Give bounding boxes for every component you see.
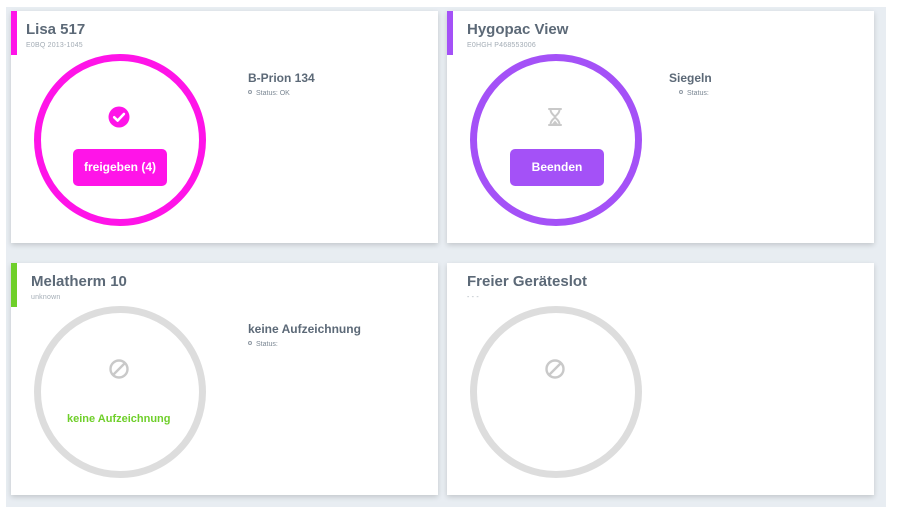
status-text: Status: bbox=[687, 90, 709, 97]
hourglass-icon bbox=[548, 108, 562, 126]
device-card-lisa-517: Lisa 517 E0BQ 2013-1045 freigeben (4) B-… bbox=[11, 11, 438, 243]
check-circle-icon bbox=[108, 106, 130, 128]
device-name: keine Aufzeichnung bbox=[248, 322, 361, 336]
card-accent-bar bbox=[11, 11, 17, 55]
device-status: Status: bbox=[679, 90, 709, 97]
prohibited-icon bbox=[109, 359, 129, 379]
card-accent-bar bbox=[11, 263, 17, 307]
card-subtitle: - - - bbox=[467, 294, 479, 301]
release-button[interactable]: freigeben (4) bbox=[73, 149, 167, 186]
status-bullet-icon bbox=[679, 90, 683, 95]
prohibited-icon bbox=[545, 359, 565, 379]
finish-button[interactable]: Beenden bbox=[510, 149, 604, 186]
card-title: Freier Geräteslot bbox=[467, 273, 588, 290]
device-card-free-slot[interactable]: Freier Geräteslot - - - bbox=[447, 263, 874, 495]
device-card-melatherm-10: Melatherm 10 unknown keine Aufzeichnung … bbox=[11, 263, 438, 495]
card-accent-bar bbox=[447, 11, 453, 55]
card-subtitle: E0HGH P468553006 bbox=[467, 42, 536, 49]
status-ring bbox=[34, 54, 206, 226]
card-title: Lisa 517 bbox=[26, 21, 86, 38]
status-text: Status: OK bbox=[256, 90, 290, 97]
card-title: Hygopac View bbox=[467, 21, 569, 38]
device-status: Status: bbox=[248, 341, 278, 348]
device-name: Siegeln bbox=[669, 71, 712, 85]
status-text: Status: bbox=[256, 341, 278, 348]
device-status: Status: OK bbox=[248, 90, 290, 97]
status-bullet-icon bbox=[248, 90, 252, 95]
status-bullet-icon bbox=[248, 341, 252, 346]
card-subtitle: unknown bbox=[31, 294, 61, 301]
device-card-hygopac-view: Hygopac View E0HGH P468553006 Beenden Si… bbox=[447, 11, 874, 243]
device-name: B-Prion 134 bbox=[248, 71, 315, 85]
status-ring bbox=[470, 306, 642, 478]
card-title: Melatherm 10 bbox=[31, 273, 127, 290]
no-recording-label: keine Aufzeichnung bbox=[67, 413, 171, 425]
status-ring bbox=[34, 306, 206, 478]
status-ring bbox=[470, 54, 642, 226]
card-subtitle: E0BQ 2013-1045 bbox=[26, 42, 83, 49]
